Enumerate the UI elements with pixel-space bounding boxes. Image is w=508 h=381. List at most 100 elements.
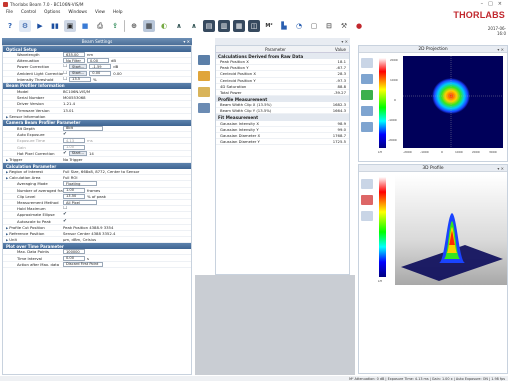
label-firmware: Firmware Version — [17, 107, 50, 113]
menu-windows[interactable]: Windows — [68, 9, 87, 14]
ambient-light-value[interactable]: 0.00 — [89, 70, 112, 76]
autoscale-peak-checkbox[interactable]: ✔ — [63, 219, 67, 224]
label-calc-area[interactable]: Calculation Area — [3, 175, 63, 180]
power-correction-value[interactable]: -1.59 — [89, 64, 112, 70]
power-correction-checkbox[interactable]: ☐ — [63, 64, 67, 69]
help-icon[interactable]: ? — [4, 20, 16, 32]
profile3d-plot[interactable] — [395, 175, 507, 285]
report-icon[interactable] — [198, 55, 210, 65]
tools-icon[interactable]: ⚒ — [338, 20, 350, 32]
maximize-icon[interactable]: □ — [488, 1, 493, 7]
clip-level-input[interactable]: 13.50 — [63, 193, 85, 199]
menu-bar: File Control Options Windows View Help — [0, 8, 508, 15]
param-value: -39.27 — [333, 89, 346, 95]
camera-icon[interactable]: ▣ — [64, 20, 76, 32]
bit-depth-select[interactable]: 8bit — [63, 125, 103, 131]
record-icon[interactable]: ● — [353, 20, 365, 32]
zoom-icon[interactable]: ⊕ — [128, 20, 140, 32]
pie-icon[interactable]: ◔ — [293, 20, 305, 32]
action-max-select[interactable]: Discard First Point — [63, 261, 103, 267]
averaged-frames-input[interactable]: 1.00 — [63, 187, 85, 193]
results-pane-controls-icon[interactable]: ▾ ✕ — [341, 39, 348, 44]
gauss-icon[interactable]: ∧ — [173, 20, 185, 32]
layout-icon[interactable]: ⊟ — [323, 20, 335, 32]
wavelength-input[interactable]: 635.00 — [63, 52, 85, 58]
label-roi[interactable]: Region of Interest — [3, 169, 63, 174]
intensity-threshold-checkbox[interactable]: ☐ — [63, 77, 67, 82]
measure-icon[interactable]: ▥ — [218, 20, 230, 32]
results-pane-header: ▾ ✕ — [215, 38, 350, 45]
intensity-threshold-input[interactable]: 13.5 — [69, 76, 92, 82]
label-averaged-frames: Number of averaged frames — [17, 187, 63, 193]
approximate-ellipse-checkbox[interactable]: ✔ — [63, 212, 67, 217]
averaging-mode-select[interactable]: Floating — [63, 181, 97, 187]
save-icon[interactable]: ■ — [79, 20, 91, 32]
hot-pixel-checkbox[interactable]: ✔ — [63, 151, 67, 156]
menu-options[interactable]: Options — [44, 9, 60, 14]
ambient-light-checkbox[interactable]: ☐ — [63, 71, 67, 76]
settings-icon[interactable]: ⚙ — [19, 20, 31, 32]
measurement-method-select[interactable]: All Pixel — [63, 200, 97, 206]
crosshair-icon[interactable] — [361, 90, 373, 100]
ambient-light-start-button[interactable]: Start... — [69, 70, 88, 76]
reset-view-icon[interactable] — [361, 195, 373, 205]
results-table: Parameter Value Calculations Derived fro… — [215, 45, 350, 275]
stop-icon[interactable]: ▮▮ — [49, 20, 61, 32]
rotate-icon[interactable] — [361, 179, 373, 189]
profile3d-controls-icon[interactable]: ▾ ✕ — [497, 166, 504, 171]
m2-icon[interactable]: M² — [263, 20, 275, 32]
folder-icon[interactable] — [198, 71, 210, 81]
power-correction-start-button[interactable]: Start... — [69, 64, 88, 70]
sensor-icon[interactable]: ◫ — [248, 20, 260, 32]
view3d-icon[interactable] — [361, 211, 373, 221]
chart-icon[interactable]: ▙ — [278, 20, 290, 32]
export-table-icon[interactable] — [198, 103, 210, 113]
projection-plot[interactable] — [403, 56, 503, 148]
label-action-max: Action after Max. data — [17, 261, 60, 267]
run-icon[interactable]: ▶ — [34, 20, 46, 32]
label-reference-position[interactable]: Reference Position — [3, 231, 63, 236]
label-profile-cut[interactable]: Profile Cut Position — [3, 225, 63, 230]
pane-controls-icon[interactable]: ▾ ✕ — [183, 39, 190, 44]
projection-controls-icon[interactable]: ▾ ✕ — [497, 47, 504, 52]
label-trigger[interactable]: Trigger — [3, 157, 63, 162]
grid-icon[interactable]: ▦ — [143, 20, 155, 32]
time-interval-input[interactable]: 0.00 — [63, 255, 85, 261]
zoom-in-icon[interactable] — [361, 74, 373, 84]
move-icon[interactable] — [361, 106, 373, 116]
camera2-icon[interactable]: ▦ — [233, 20, 245, 32]
fit-icon[interactable]: ∧ — [188, 20, 200, 32]
gain-input[interactable]: 1.00 — [63, 144, 85, 150]
print-icon[interactable]: ⎙ — [94, 20, 106, 32]
hold-maximum-checkbox[interactable]: ☐ — [63, 206, 67, 211]
export-icon[interactable]: ⇪ — [109, 20, 121, 32]
label-sensor-info[interactable]: Sensor Information — [3, 114, 63, 119]
max-points-input[interactable]: 100000 — [63, 249, 85, 255]
main-toolbar: ? ⚙ ▶ ▮▮ ▣ ■ ⎙ ⇪ ⊕ ▦ ◐ ∧ ∧ ▤ ▥ ▦ ◫ M² ▙ … — [0, 17, 470, 35]
window-icon[interactable]: ▢ — [308, 20, 320, 32]
auto-exposure-checkbox[interactable]: ✔ — [63, 132, 67, 137]
ellipse-icon[interactable] — [361, 122, 373, 132]
param-label: Beam Width Clip X (13.5%) — [220, 102, 272, 108]
menu-view[interactable]: View — [95, 9, 105, 14]
label-unit[interactable]: Unit — [3, 237, 63, 242]
menu-help[interactable]: Help — [113, 9, 123, 14]
settings-pane-header: Beam Settings ▾ ✕ — [2, 38, 192, 45]
label-hold-maximum: Hold Maximum — [17, 206, 46, 212]
color-icon[interactable]: ◐ — [158, 20, 170, 32]
attenuation-select[interactable]: No Filter — [63, 58, 85, 64]
menu-control[interactable]: Control — [21, 9, 36, 14]
settings-pane: Optical Setup Wavelength 635.00 nm Attenu… — [2, 45, 192, 375]
close-icon[interactable]: × — [498, 1, 502, 7]
menu-file[interactable]: File — [6, 9, 13, 14]
pan-icon[interactable] — [361, 58, 373, 68]
open-icon[interactable] — [198, 87, 210, 97]
param-label: Gaussian Diameter X — [220, 132, 261, 138]
attenuation-value[interactable]: 0.00 — [87, 58, 109, 64]
hot-pixel-start-button[interactable]: Start... — [68, 150, 87, 156]
exposure-time-input[interactable]: 4.13 — [63, 138, 85, 144]
profile-icon[interactable]: ▤ — [203, 20, 215, 32]
label-ambient-light: Ambient Light Correction — [17, 70, 63, 76]
profile3d-title: 3D Profile — [422, 165, 444, 171]
minimize-icon[interactable]: – — [481, 1, 484, 7]
